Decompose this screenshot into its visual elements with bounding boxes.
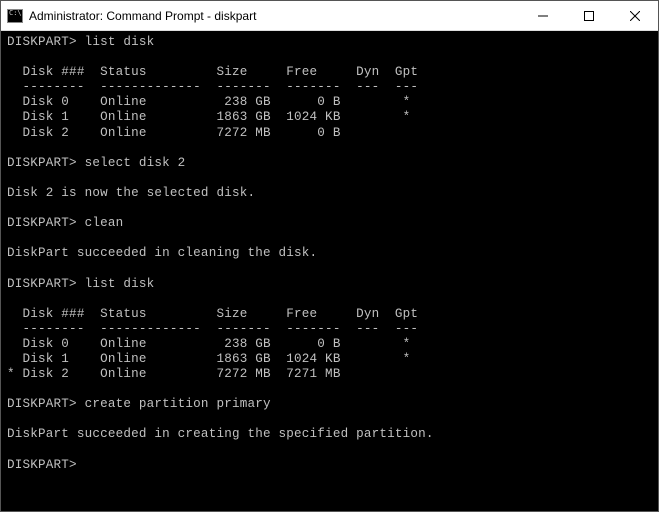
close-button[interactable] [612, 1, 658, 30]
window-title: Administrator: Command Prompt - diskpart [29, 9, 520, 23]
window-controls [520, 1, 658, 30]
command-prompt-window: C:\. Administrator: Command Prompt - dis… [0, 0, 659, 512]
titlebar: C:\. Administrator: Command Prompt - dis… [1, 1, 658, 31]
minimize-button[interactable] [520, 1, 566, 30]
maximize-button[interactable] [566, 1, 612, 30]
app-icon: C:\. [7, 9, 23, 23]
terminal-output[interactable]: DISKPART> list disk Disk ### Status Size… [1, 31, 658, 511]
